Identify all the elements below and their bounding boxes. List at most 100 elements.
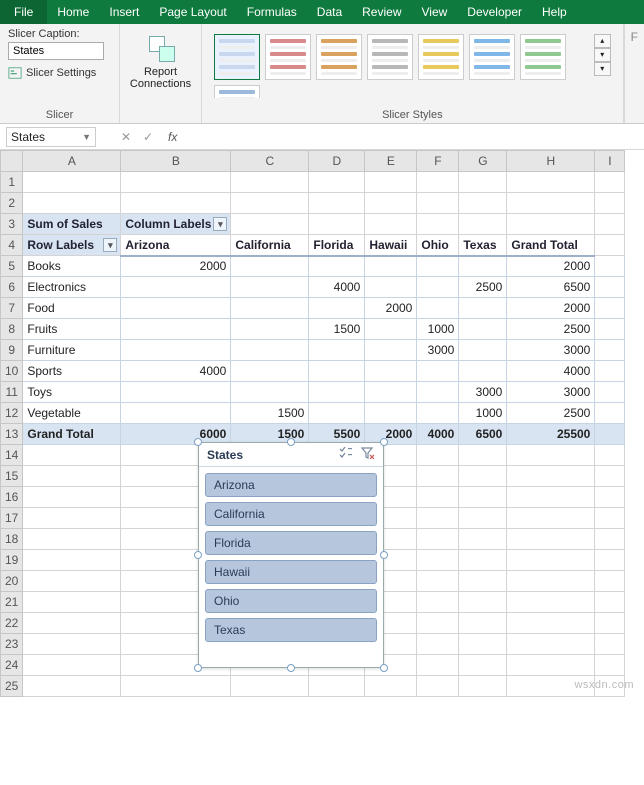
cell[interactable]: Sports (23, 361, 121, 382)
cell[interactable]: 6500 (459, 424, 507, 445)
cell[interactable] (595, 550, 625, 571)
cell[interactable]: 1000 (459, 403, 507, 424)
cell[interactable] (459, 613, 507, 634)
cell[interactable] (595, 466, 625, 487)
cell[interactable] (365, 340, 417, 361)
cell[interactable] (507, 445, 595, 466)
cell[interactable] (417, 529, 459, 550)
cell[interactable] (365, 256, 417, 277)
cell[interactable] (459, 487, 507, 508)
cell[interactable] (121, 193, 231, 214)
menu-file[interactable]: File (0, 0, 47, 24)
cell[interactable] (23, 676, 121, 697)
cell[interactable]: 1000 (417, 319, 459, 340)
cell[interactable] (459, 445, 507, 466)
cell[interactable] (595, 508, 625, 529)
cell[interactable] (365, 403, 417, 424)
cell[interactable] (459, 508, 507, 529)
cell[interactable]: 4000 (507, 361, 595, 382)
cell[interactable] (417, 361, 459, 382)
cell[interactable]: Texas (459, 235, 507, 256)
cell[interactable] (417, 403, 459, 424)
cell[interactable] (417, 214, 459, 235)
cell[interactable] (595, 382, 625, 403)
cell[interactable] (365, 319, 417, 340)
cell[interactable]: 1500 (309, 319, 365, 340)
cell[interactable] (121, 319, 231, 340)
cell[interactable] (595, 193, 625, 214)
cell[interactable] (23, 487, 121, 508)
cell[interactable]: 3000 (417, 340, 459, 361)
row-header-1[interactable]: 1 (1, 172, 23, 193)
cell[interactable] (459, 193, 507, 214)
cell[interactable]: Hawaii (365, 235, 417, 256)
cell[interactable] (365, 361, 417, 382)
cell[interactable] (507, 466, 595, 487)
cell[interactable] (595, 277, 625, 298)
menu-insert[interactable]: Insert (99, 0, 149, 24)
cell[interactable] (23, 634, 121, 655)
menu-developer[interactable]: Developer (457, 0, 532, 24)
cell[interactable] (459, 592, 507, 613)
resize-handle[interactable] (287, 664, 295, 672)
slicer-settings-button[interactable]: Slicer Settings (8, 66, 111, 80)
cell[interactable] (459, 214, 507, 235)
cell[interactable] (417, 487, 459, 508)
resize-handle[interactable] (380, 551, 388, 559)
cell[interactable] (309, 382, 365, 403)
cell[interactable] (231, 361, 309, 382)
cell[interactable] (309, 172, 365, 193)
clear-filter-icon[interactable] (361, 447, 375, 462)
multi-select-icon[interactable] (339, 447, 353, 462)
cell[interactable] (507, 634, 595, 655)
row-header-5[interactable]: 5 (1, 256, 23, 277)
cell[interactable] (459, 571, 507, 592)
cell[interactable] (309, 676, 365, 697)
report-connections-button[interactable]: ReportConnections (125, 28, 197, 94)
resize-handle[interactable] (380, 664, 388, 672)
cell[interactable]: 2000 (121, 256, 231, 277)
cancel-icon[interactable]: ✕ (118, 130, 134, 144)
menu-data[interactable]: Data (307, 0, 352, 24)
cell[interactable] (459, 550, 507, 571)
slicer-style-thumb[interactable] (214, 34, 260, 80)
cell[interactable] (23, 529, 121, 550)
slicer-item-texas[interactable]: Texas (205, 618, 377, 642)
cell[interactable] (309, 340, 365, 361)
cell[interactable] (507, 172, 595, 193)
cell[interactable] (23, 550, 121, 571)
resize-handle[interactable] (194, 551, 202, 559)
cell[interactable] (23, 193, 121, 214)
row-header-22[interactable]: 22 (1, 613, 23, 634)
cell[interactable] (23, 466, 121, 487)
row-header-2[interactable]: 2 (1, 193, 23, 214)
cell[interactable]: Food (23, 298, 121, 319)
cell[interactable] (365, 676, 417, 697)
cell[interactable] (507, 613, 595, 634)
cell[interactable]: Row Labels (23, 235, 121, 256)
cell[interactable] (309, 193, 365, 214)
slicer-style-thumb[interactable] (214, 85, 260, 98)
cell[interactable] (417, 613, 459, 634)
cell[interactable] (23, 592, 121, 613)
cell[interactable]: Fruits (23, 319, 121, 340)
cell[interactable] (595, 172, 625, 193)
cell[interactable] (595, 592, 625, 613)
cell[interactable] (595, 319, 625, 340)
row-header-11[interactable]: 11 (1, 382, 23, 403)
row-header-14[interactable]: 14 (1, 445, 23, 466)
menu-help[interactable]: Help (532, 0, 577, 24)
resize-handle[interactable] (287, 438, 295, 446)
cell[interactable]: 25500 (507, 424, 595, 445)
cell[interactable] (23, 655, 121, 676)
cell[interactable] (595, 655, 625, 676)
cell[interactable] (23, 172, 121, 193)
cell[interactable] (459, 361, 507, 382)
cell[interactable]: 2500 (459, 277, 507, 298)
cell[interactable] (309, 298, 365, 319)
cell[interactable] (507, 214, 595, 235)
cell[interactable]: Column Labels (121, 214, 231, 235)
cell[interactable] (507, 487, 595, 508)
cell[interactable]: Books (23, 256, 121, 277)
cell[interactable] (507, 508, 595, 529)
